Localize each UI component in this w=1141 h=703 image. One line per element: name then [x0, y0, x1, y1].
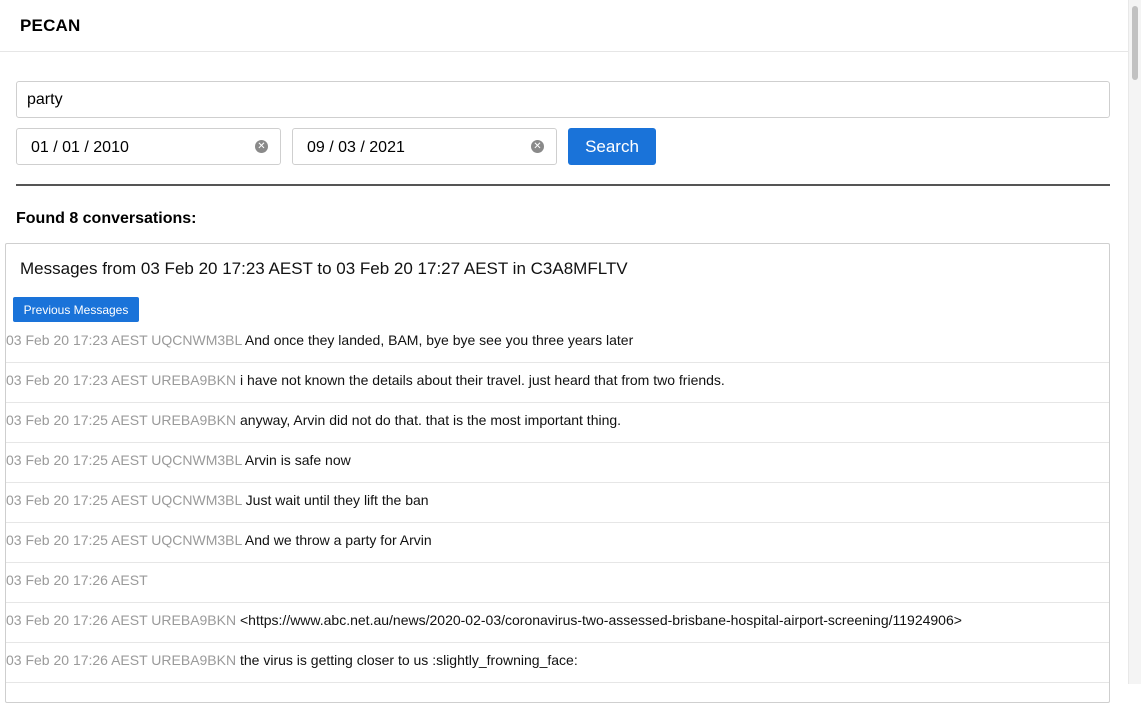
- message-list: 03 Feb 20 17:23 AEST UQCNWM3BL And once …: [6, 324, 1109, 684]
- message-text: the virus is getting closer to us :sligh…: [240, 652, 578, 668]
- conversation-panel: Messages from 03 Feb 20 17:23 AEST to 03…: [5, 243, 1110, 703]
- message-text: <https://www.abc.net.au/news/2020-02-03/…: [240, 612, 962, 628]
- message-line: 03 Feb 20 17:26 AEST: [6, 572, 148, 588]
- message-row: 03 Feb 20 17:26 AEST: [6, 564, 1109, 603]
- end-date-value: 09 / 03 / 2021: [307, 139, 405, 156]
- clear-end-date-icon[interactable]: ✕: [531, 140, 544, 153]
- message-line: 03 Feb 20 17:25 AEST UQCNWM3BL Just wait…: [6, 492, 429, 508]
- clear-start-date-icon[interactable]: ✕: [255, 140, 268, 153]
- message-meta: 03 Feb 20 17:25 AEST UQCNWM3BL: [6, 452, 242, 468]
- message-text: i have not known the details about their…: [240, 372, 725, 388]
- message-meta: 03 Feb 20 17:25 AEST UREBA9BKN: [6, 412, 237, 428]
- message-row: 03 Feb 20 17:26 AEST UREBA9BKN <https://…: [6, 604, 1109, 643]
- start-date-value: 01 / 01 / 2010: [31, 139, 129, 156]
- message-meta: 03 Feb 20 17:23 AEST UREBA9BKN: [6, 372, 237, 388]
- page-scrollbar[interactable]: [1128, 0, 1141, 684]
- message-text: And we throw a party for Arvin: [244, 532, 432, 548]
- divider: [16, 184, 1110, 186]
- message-line: 03 Feb 20 17:25 AEST UQCNWM3BL And we th…: [6, 532, 432, 548]
- previous-messages-button[interactable]: Previous Messages: [13, 297, 139, 322]
- message-text: And once they landed, BAM, bye bye see y…: [244, 332, 634, 348]
- message-line: 03 Feb 20 17:23 AEST UQCNWM3BL And once …: [6, 332, 633, 348]
- message-text: Just wait until they lift the ban: [245, 492, 429, 508]
- results-count: Found 8 conversations:: [16, 210, 197, 227]
- app-title: PECAN: [20, 16, 81, 35]
- message-line: 03 Feb 20 17:26 AEST UREBA9BKN the virus…: [6, 652, 578, 668]
- message-line: 03 Feb 20 17:26 AEST UREBA9BKN <https://…: [6, 612, 962, 628]
- top-bar: PECAN: [0, 0, 1128, 52]
- search-button[interactable]: Search: [568, 128, 656, 165]
- message-text: anyway, Arvin did not do that. that is t…: [240, 412, 622, 428]
- message-row: 03 Feb 20 17:25 AEST UQCNWM3BL Arvin is …: [6, 444, 1109, 483]
- search-input[interactable]: [16, 81, 1110, 118]
- end-date-field[interactable]: 09 / 03 / 2021 ✕: [292, 128, 557, 165]
- conversation-title: Messages from 03 Feb 20 17:23 AEST to 03…: [20, 259, 628, 278]
- message-row: 03 Feb 20 17:26 AEST UREBA9BKN the virus…: [6, 644, 1109, 683]
- message-row: 03 Feb 20 17:23 AEST UQCNWM3BL And once …: [6, 324, 1109, 363]
- message-line: 03 Feb 20 17:25 AEST UQCNWM3BL Arvin is …: [6, 452, 351, 468]
- message-meta: 03 Feb 20 17:23 AEST UQCNWM3BL: [6, 332, 242, 348]
- message-meta: 03 Feb 20 17:26 AEST UREBA9BKN: [6, 652, 237, 668]
- message-meta: 03 Feb 20 17:25 AEST UQCNWM3BL: [6, 492, 242, 508]
- message-meta: 03 Feb 20 17:25 AEST UQCNWM3BL: [6, 532, 242, 548]
- message-text: Arvin is safe now: [244, 452, 351, 468]
- message-row: 03 Feb 20 17:23 AEST UREBA9BKN i have no…: [6, 364, 1109, 403]
- message-line: 03 Feb 20 17:25 AEST UREBA9BKN anyway, A…: [6, 412, 621, 428]
- message-row: 03 Feb 20 17:25 AEST UQCNWM3BL Just wait…: [6, 484, 1109, 523]
- message-row: 03 Feb 20 17:25 AEST UREBA9BKN anyway, A…: [6, 404, 1109, 443]
- start-date-field[interactable]: 01 / 01 / 2010 ✕: [16, 128, 281, 165]
- message-row: 03 Feb 20 17:25 AEST UQCNWM3BL And we th…: [6, 524, 1109, 563]
- message-line: 03 Feb 20 17:23 AEST UREBA9BKN i have no…: [6, 372, 725, 388]
- message-meta: 03 Feb 20 17:26 AEST UREBA9BKN: [6, 612, 237, 628]
- scrollbar-thumb[interactable]: [1132, 6, 1138, 80]
- message-meta: 03 Feb 20 17:26 AEST: [6, 572, 148, 588]
